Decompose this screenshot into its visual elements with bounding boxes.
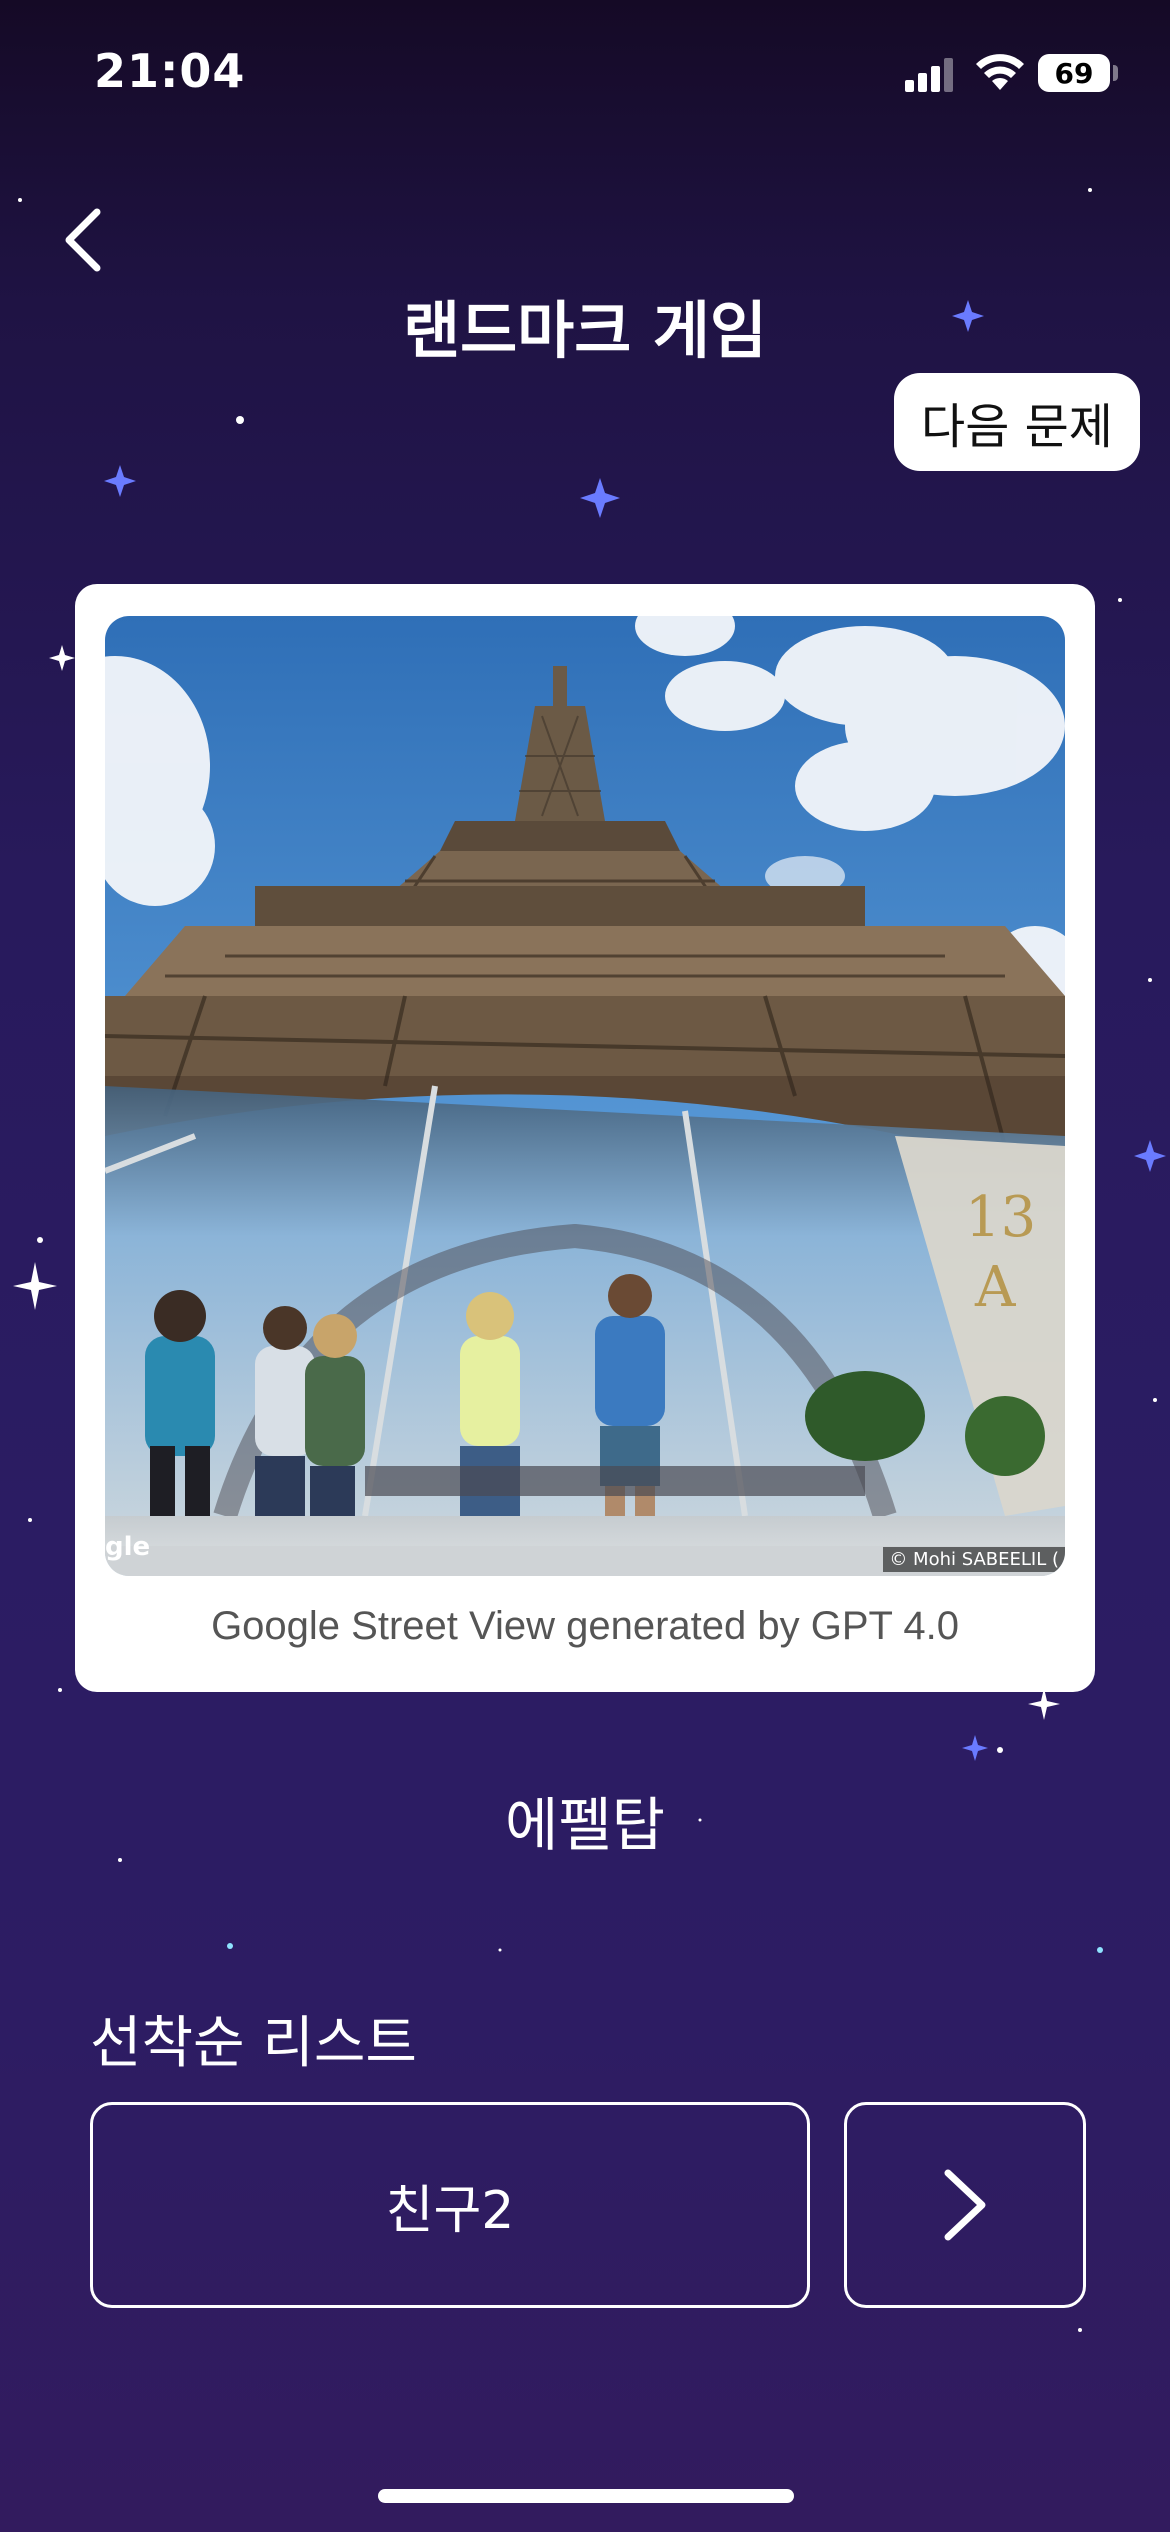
image-caption: Google Street View generated by GPT 4.0 xyxy=(211,1604,959,1648)
battery-icon: 69 xyxy=(1038,54,1110,92)
chevron-right-icon xyxy=(944,2169,986,2241)
ranking-list-item[interactable]: 친구2 xyxy=(90,2102,810,2308)
wifi-icon xyxy=(976,54,1024,90)
page-title: 랜드마크 게임 xyxy=(403,294,767,367)
cellular-signal-icon xyxy=(905,58,953,92)
ranking-next-button[interactable] xyxy=(844,2102,1086,2308)
ranking-item-name: 친구2 xyxy=(385,2180,515,2241)
battery-level: 69 xyxy=(1054,56,1094,90)
back-button[interactable] xyxy=(48,200,118,280)
chevron-left-icon xyxy=(65,208,101,272)
battery-cap xyxy=(1113,65,1118,81)
status-time: 21:04 xyxy=(94,44,246,98)
answer-text: 에펠탑 xyxy=(504,1791,666,1859)
eiffel-tower-street-view-image: 13 A xyxy=(105,616,1065,1576)
ranking-heading: 선착순 리스트 xyxy=(90,2011,417,2076)
home-indicator[interactable] xyxy=(378,2489,794,2503)
image-watermark-left: gle xyxy=(105,1532,151,1562)
status-bar: 21:04 69 xyxy=(0,0,1170,150)
svg-text:13: 13 xyxy=(965,1185,1036,1250)
image-credit: © Mohi SABEELIL ( xyxy=(883,1547,1065,1572)
landmark-card: 13 A gle © Mohi SABEELIL (Google Street… xyxy=(75,584,1095,1692)
next-question-button[interactable]: 다음 문제 xyxy=(894,373,1140,471)
svg-text:A: A xyxy=(974,1255,1016,1320)
landmark-image: 13 A gle © Mohi SABEELIL ( xyxy=(105,616,1065,1576)
